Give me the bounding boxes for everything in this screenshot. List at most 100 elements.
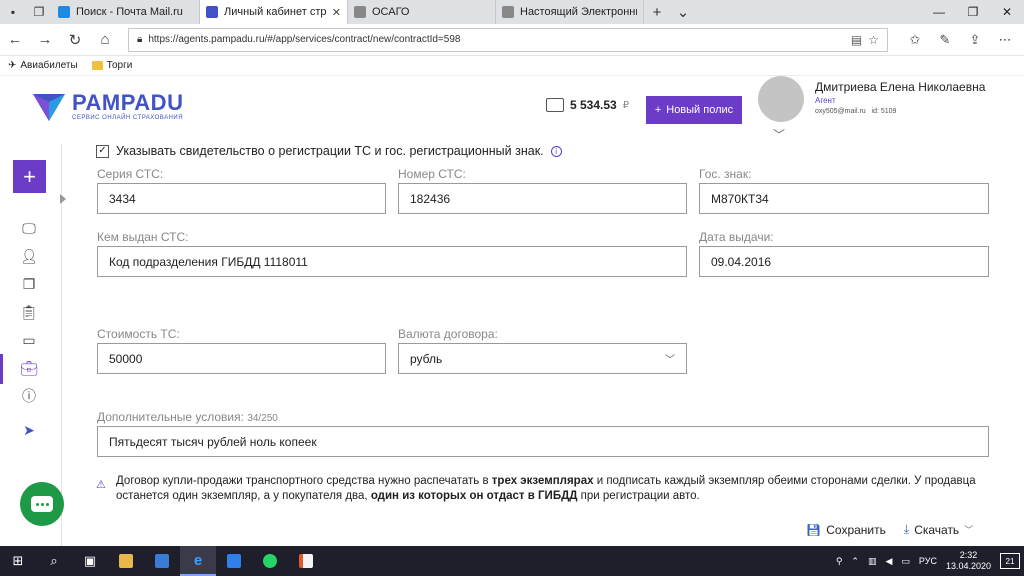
browser-tab-pampadu[interactable]: Личный кабинет страх ✕ [200, 0, 348, 24]
page-favicon-icon [502, 6, 514, 18]
url-input[interactable]: 🔒︎ https://agents.pampadu.ru/#/app/servi… [128, 27, 888, 52]
clock[interactable]: 2:32 13.04.2020 [946, 550, 991, 572]
print-notice: ⚠ Договор купли-продажи транспортного ср… [96, 474, 976, 504]
plate-label: Гос. знак: [699, 167, 752, 181]
volume-icon[interactable]: ◀︎ [885, 556, 892, 567]
back-icon[interactable]: ← [0, 31, 30, 48]
new-policy-button[interactable]: + Новый полис [646, 96, 742, 124]
windows-start-icon[interactable]: ⊞ [0, 546, 36, 576]
monitor-icon[interactable]: 🖵︎ [19, 218, 39, 238]
tab-list-chevron-icon[interactable]: ⌄ [670, 0, 696, 24]
tab-actions-icon[interactable]: ❐ [26, 0, 52, 24]
language-indicator[interactable]: РУС [919, 556, 937, 566]
bookmark-label: Торги [106, 60, 133, 71]
document-icon[interactable] [288, 546, 324, 576]
edge-browser-icon[interactable]: e [180, 546, 216, 576]
battery-icon[interactable]: ▭ [901, 556, 910, 567]
sts-series-label: Серия СТС: [97, 167, 164, 181]
new-tab-icon[interactable]: + [644, 0, 670, 24]
close-window-icon[interactable]: ✕ [990, 0, 1024, 24]
show-registration-row[interactable]: ✓ Указывать свидетельство о регистрации … [96, 144, 562, 158]
price-field[interactable]: 50000 [97, 343, 386, 374]
collapse-arrow-icon[interactable] [60, 194, 66, 204]
checkbox-label: Указывать свидетельство о регистрации ТС… [116, 144, 544, 158]
task-view-icon[interactable]: ▣ [72, 546, 108, 576]
issue-date-label: Дата выдачи: [699, 230, 774, 244]
currency-select[interactable]: рубль ﹀ [398, 343, 687, 374]
minimize-icon[interactable]: — [922, 0, 956, 24]
balance-amount: 5 534.53 [570, 98, 617, 112]
more-icon[interactable]: ⋯ [992, 32, 1018, 48]
whatsapp-icon[interactable] [252, 546, 288, 576]
browser-tab-osago[interactable]: ОСАГО [348, 0, 496, 24]
mail-icon[interactable] [216, 546, 252, 576]
issued-by-field[interactable]: Код подразделения ГИБДД 1118011 [97, 246, 687, 277]
home-icon[interactable]: ⌂ [90, 31, 120, 48]
extra-label-text: Дополнительные условия: [97, 410, 244, 424]
address-bar: ← → ↻ ⌂ 🔒︎ https://agents.pampadu.ru/#/a… [0, 24, 1024, 56]
download-icon: ⤓ [903, 522, 910, 536]
window-menu-icon[interactable]: ▪ [0, 0, 26, 24]
favorites-icon[interactable]: ✩ [902, 32, 928, 48]
chat-button[interactable] [20, 482, 64, 526]
sts-number-field[interactable]: 182436 [398, 183, 687, 214]
add-button[interactable]: + [13, 160, 46, 193]
avatar[interactable] [758, 76, 804, 122]
bookmark-torgi[interactable]: Торги [91, 60, 133, 71]
logo-subtitle: СЕРВИС ОНЛАЙН СТРАХОВАНИЯ [72, 115, 184, 121]
share-icon[interactable]: ⇪ [962, 32, 988, 48]
forward-icon[interactable]: → [30, 31, 60, 48]
favorite-star-icon[interactable]: ☆ [868, 33, 879, 47]
browser-tab-bar: ▪ ❐ Поиск - Почта Mail.ru Личный кабинет… [0, 0, 1024, 24]
user-id: id: 5109 [871, 108, 897, 115]
logo-name: PAMPADU [72, 90, 184, 115]
send-icon[interactable]: ➤ [19, 420, 39, 440]
extra-conditions-field[interactable]: Пятьдесят тысяч рублей ноль копеек [97, 426, 989, 457]
save-button[interactable]: 💾︎ Сохранить [806, 522, 886, 537]
tab-title: Поиск - Почта Mail.ru [76, 6, 183, 18]
alert-icon[interactable]: ⓘ [19, 386, 39, 406]
active-indicator [0, 354, 3, 384]
show-registration-checkbox[interactable]: ✓ [96, 144, 109, 158]
notifications-icon[interactable]: 21 [1000, 553, 1020, 569]
browser-tab-document[interactable]: Настоящий Электронный П [496, 0, 644, 24]
page-favicon-icon [354, 6, 366, 18]
pen-icon[interactable]: ✎ [932, 32, 958, 48]
sts-series-value: 3434 [109, 191, 136, 206]
clipboard-icon[interactable]: 📋︎ [19, 302, 39, 322]
user-icon[interactable]: 👤︎ [19, 246, 39, 266]
pampadu-logo[interactable]: PAMPADU СЕРВИС ОНЛАЙН СТРАХОВАНИЯ [32, 92, 183, 122]
copy-icon[interactable]: ❐ [19, 274, 39, 294]
info-icon[interactable]: i [550, 145, 562, 157]
network-icon[interactable]: ▥ [868, 556, 877, 567]
price-value: 50000 [109, 351, 143, 366]
price-label: Стоимость ТС: [97, 327, 180, 341]
reading-view-icon[interactable]: ▤ [851, 33, 862, 47]
briefcase-icon[interactable]: 💼︎ [19, 358, 39, 378]
restore-icon[interactable]: ❐ [956, 0, 990, 24]
extra-conditions-value: Пятьдесят тысяч рублей ноль копеек [109, 434, 317, 449]
close-tab-icon[interactable]: ✕ [332, 6, 341, 19]
browser-tab-mail[interactable]: Поиск - Почта Mail.ru [52, 0, 200, 24]
people-icon[interactable]: ⚲ [836, 556, 843, 567]
reload-icon[interactable]: ↻ [60, 31, 90, 49]
sts-series-field[interactable]: 3434 [97, 183, 386, 214]
search-icon[interactable]: ⌕ [36, 546, 72, 576]
store-icon[interactable] [144, 546, 180, 576]
bookmark-avia[interactable]: ✈ Авиабилеты [8, 60, 78, 71]
card-icon[interactable]: ▭ [19, 330, 39, 350]
file-explorer-icon[interactable] [108, 546, 144, 576]
tray-up-icon[interactable]: ⌃ [851, 556, 859, 567]
chevron-down-icon[interactable]: ﹀ [773, 126, 785, 143]
lock-icon: 🔒︎ [137, 34, 143, 45]
logo-shield-icon [33, 94, 65, 121]
notif-count: 21 [1005, 556, 1015, 566]
plate-field[interactable]: М870КТ34 [699, 183, 989, 214]
user-role: Агент [815, 96, 836, 105]
issued-by-label: Кем выдан СТС: [97, 230, 189, 244]
contract-form: ✓ Указывать свидетельство о регистрации … [70, 144, 1020, 546]
plate-value: М870КТ34 [711, 191, 769, 206]
issue-date-field[interactable]: 09.04.2016 [699, 246, 989, 277]
user-name: Дмитриева Елена Николаевна [815, 80, 986, 94]
download-button[interactable]: ⤓ Скачать ﹀ [904, 522, 973, 537]
